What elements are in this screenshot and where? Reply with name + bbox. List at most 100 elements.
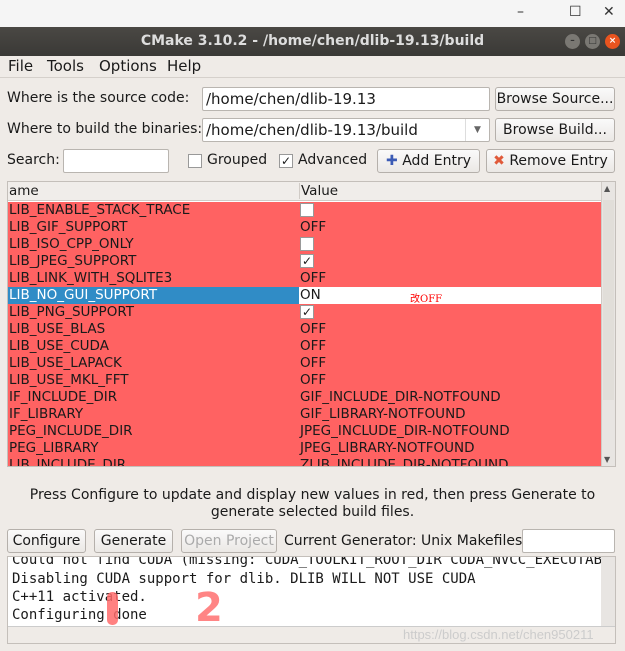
entry-name: LIB_USE_BLAS xyxy=(9,321,106,337)
entry-name: LIB_NO_GUI_SUPPORT xyxy=(8,287,299,304)
browse-build-button[interactable]: Browse Build... xyxy=(495,118,615,142)
cache-table: ame Value LIB_ENABLE_STACK_TRACE LIB_GIF_… xyxy=(7,181,616,467)
entry-value[interactable]: ON xyxy=(299,287,602,304)
maximize-button[interactable]: ☐ xyxy=(569,4,582,20)
menu-bar: File Tools Options Help xyxy=(0,56,625,78)
annotation-note: 改OFF xyxy=(410,294,443,305)
table-row[interactable]: LIB_USE_LAPACK OFF xyxy=(8,355,602,372)
table-row[interactable]: IF_INCLUDE_DIR GIF_INCLUDE_DIR-NOTFOUND xyxy=(8,389,602,406)
add-entry-button[interactable]: ✚ Add Entry xyxy=(377,149,480,173)
entry-value[interactable]: GIF_INCLUDE_DIR-NOTFOUND xyxy=(299,389,602,406)
minimize-icon[interactable]: – xyxy=(565,34,580,49)
browse-source-button[interactable]: Browse Source... xyxy=(495,87,615,111)
table-row[interactable]: LIB_ENABLE_STACK_TRACE xyxy=(8,202,602,219)
generate-button[interactable]: Generate xyxy=(94,529,173,553)
table-row[interactable]: LIB_INCLUDE_DIR ZLIB_INCLUDE_DIR-NOTFOUND xyxy=(8,457,602,466)
close-icon[interactable]: × xyxy=(605,34,620,49)
table-row[interactable]: LIB_PNG_SUPPORT ✓ xyxy=(8,304,602,321)
entry-name: LIB_ENABLE_STACK_TRACE xyxy=(9,202,191,218)
window-decoration: – ☐ ✕ xyxy=(0,0,625,27)
watermark: https://blog.csdn.net/chen950211 xyxy=(403,627,594,642)
unchecked-checkbox[interactable] xyxy=(300,203,314,217)
table-row[interactable]: LIB_NO_GUI_SUPPORT ON xyxy=(8,287,602,304)
header-name[interactable]: ame xyxy=(9,183,39,199)
menu-options[interactable]: Options xyxy=(99,57,157,75)
entry-value-checkbox[interactable] xyxy=(299,202,602,219)
grouped-checkbox[interactable] xyxy=(188,154,202,168)
entry-name: IF_LIBRARY xyxy=(9,406,84,422)
remove-entry-button[interactable]: ✖ Remove Entry xyxy=(486,149,615,173)
table-row[interactable]: LIB_USE_CUDA OFF xyxy=(8,338,602,355)
table-header: ame Value xyxy=(8,182,602,201)
output-line: Configuring done xyxy=(12,607,147,623)
entry-name: LIB_PNG_SUPPORT xyxy=(9,304,134,320)
close-button[interactable]: ✕ xyxy=(603,4,615,20)
table-row[interactable]: LIB_JPEG_SUPPORT ✓ xyxy=(8,253,602,270)
entry-value[interactable]: OFF xyxy=(299,372,602,389)
configure-button[interactable]: Configure xyxy=(7,529,86,553)
header-value[interactable]: Value xyxy=(299,183,338,199)
entry-value[interactable]: JPEG_LIBRARY-NOTFOUND xyxy=(299,440,602,457)
entry-value[interactable]: JPEG_INCLUDE_DIR-NOTFOUND xyxy=(299,423,602,440)
x-icon: ✖ xyxy=(493,153,505,169)
scroll-thumb[interactable] xyxy=(603,200,614,400)
search-label: Search: xyxy=(7,152,60,168)
table-row[interactable]: LIB_LINK_WITH_SQLITE3 OFF xyxy=(8,270,602,287)
chevron-down-icon[interactable]: ▼ xyxy=(465,119,489,141)
table-row[interactable]: LIB_ISO_CPP_ONLY xyxy=(8,236,602,253)
output-line: Could not find CUDA (missing: CUDA_TOOLK… xyxy=(12,556,616,568)
add-entry-label: Add Entry xyxy=(402,153,471,169)
checked-checkbox[interactable]: ✓ xyxy=(300,254,314,268)
scroll-up-icon[interactable]: ▲ xyxy=(604,184,610,193)
build-combo[interactable]: /home/chen/dlib-19.13/build ▼ xyxy=(202,118,490,142)
generator-field[interactable] xyxy=(522,529,615,553)
advanced-label: Advanced xyxy=(298,152,368,168)
search-input[interactable] xyxy=(63,149,169,173)
generator-label: Current Generator: Unix Makefiles xyxy=(284,533,523,549)
unchecked-checkbox[interactable] xyxy=(300,237,314,251)
output-line: Disabling CUDA support for dlib. DLIB WI… xyxy=(12,571,476,587)
minimize-button[interactable]: – xyxy=(517,4,524,20)
menu-help[interactable]: Help xyxy=(167,57,201,75)
entry-value[interactable]: ZLIB_INCLUDE_DIR-NOTFOUND xyxy=(299,457,602,466)
table-row[interactable]: PEG_INCLUDE_DIR JPEG_INCLUDE_DIR-NOTFOUND xyxy=(8,423,602,440)
table-row[interactable]: LIB_GIF_SUPPORT OFF xyxy=(8,219,602,236)
output-log[interactable]: Could not find CUDA (missing: CUDA_TOOLK… xyxy=(7,556,616,644)
checked-checkbox[interactable]: ✓ xyxy=(300,305,314,319)
source-input[interactable]: /home/chen/dlib-19.13 xyxy=(202,87,490,111)
hint-text: Press Configure to update and display ne… xyxy=(29,487,596,520)
entry-name: LIB_ISO_CPP_ONLY xyxy=(9,236,134,252)
menu-file[interactable]: File xyxy=(8,57,33,75)
entry-value[interactable]: OFF xyxy=(299,338,602,355)
advanced-checkbox[interactable]: ✓ xyxy=(279,154,293,168)
open-project-button[interactable]: Open Project xyxy=(181,529,277,553)
entry-value[interactable]: OFF xyxy=(299,355,602,372)
remove-entry-label: Remove Entry xyxy=(509,153,608,169)
entry-name: PEG_LIBRARY xyxy=(9,440,99,456)
entry-value[interactable]: OFF xyxy=(299,219,602,236)
maximize-icon[interactable]: □ xyxy=(585,34,600,49)
entry-value[interactable]: OFF xyxy=(299,321,602,338)
table-row[interactable]: IF_LIBRARY GIF_LIBRARY-NOTFOUND xyxy=(8,406,602,423)
table-row[interactable]: PEG_LIBRARY JPEG_LIBRARY-NOTFOUND xyxy=(8,440,602,457)
entry-name: PEG_INCLUDE_DIR xyxy=(9,423,133,439)
entry-value-checkbox[interactable] xyxy=(299,236,602,253)
menu-tools[interactable]: Tools xyxy=(47,57,84,75)
table-row[interactable]: LIB_USE_MKL_FFT OFF xyxy=(8,372,602,389)
scroll-down-icon[interactable]: ▼ xyxy=(604,455,610,464)
entry-value-checkbox[interactable]: ✓ xyxy=(299,253,602,270)
annotation-mark-1 xyxy=(107,592,118,625)
entry-name: LIB_USE_LAPACK xyxy=(9,355,122,371)
entry-value-checkbox[interactable]: ✓ xyxy=(299,304,602,321)
build-label: Where to build the binaries: xyxy=(7,121,203,137)
output-vscroll[interactable] xyxy=(601,557,615,627)
output-line: C++11 activated. xyxy=(12,589,147,605)
build-value: /home/chen/dlib-19.13/build xyxy=(206,121,418,139)
entry-value[interactable]: GIF_LIBRARY-NOTFOUND xyxy=(299,406,602,423)
entry-name: LIB_LINK_WITH_SQLITE3 xyxy=(9,270,173,286)
table-scrollbar[interactable]: ▲ ▼ xyxy=(601,182,615,466)
entry-value[interactable]: OFF xyxy=(299,270,602,287)
table-row[interactable]: LIB_USE_BLAS OFF xyxy=(8,321,602,338)
entry-name: LIB_GIF_SUPPORT xyxy=(9,219,128,235)
source-label: Where is the source code: xyxy=(7,90,190,106)
